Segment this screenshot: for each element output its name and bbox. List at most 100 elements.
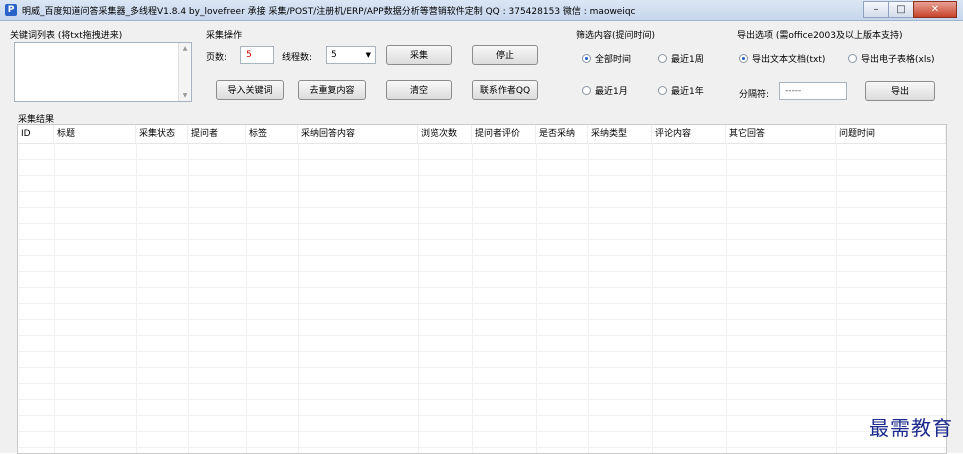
radio-label: 全部时间 [595,55,632,65]
column-header[interactable]: 采纳类型 [588,125,652,143]
close-button[interactable]: ✕ [913,1,957,18]
filter-last-month[interactable]: 最近1月 [582,84,628,97]
empty-table-row [18,303,946,320]
column-header[interactable]: 采集状态 [136,125,188,143]
keywords-group: 关键词列表 (将txt拖拽进来) ▲ ▼ [10,31,194,104]
column-divider [588,143,589,453]
radio-icon [582,86,591,95]
app-window: P 明威_百度知道问答采集器_多线程V1.8.4 by_lovefreer 承接… [0,0,963,454]
filter-last-week[interactable]: 最近1周 [658,52,704,65]
radio-label: 导出文本文档(txt) [752,55,826,65]
scroll-down-icon[interactable]: ▼ [179,92,191,99]
column-header[interactable]: ID [18,125,54,143]
filter-label: 筛选内容(提问时间) [576,31,656,41]
separator-label: 分隔符: [739,90,770,100]
empty-table-row [18,159,946,176]
column-divider [54,143,55,453]
column-header[interactable]: 其它回答 [726,125,836,143]
empty-table-row [18,319,946,336]
column-divider [298,143,299,453]
empty-table-row [18,207,946,224]
filter-last-year[interactable]: 最近1年 [658,84,704,97]
stop-button[interactable]: 停止 [472,45,538,65]
empty-table-row [18,335,946,352]
empty-table-row [18,383,946,400]
empty-table-row [18,175,946,192]
export-txt-option[interactable]: 导出文本文档(txt) [739,52,825,65]
column-header[interactable]: 标签 [246,125,298,143]
maximize-button[interactable]: □ [888,1,914,18]
separator-input[interactable]: ----- [779,82,847,100]
radio-icon [658,86,667,95]
keywords-scrollbar[interactable]: ▲ ▼ [178,43,191,101]
empty-table-row [18,431,946,448]
results-header: ID 标题 采集状态 提问者 标签 采纳回答内容 浏览次数 提问者评价 是否采纳… [18,125,946,144]
column-header[interactable]: 浏览次数 [418,125,472,143]
empty-table-row [18,255,946,272]
watermark: 最需教育 [869,416,953,440]
filter-group: 筛选内容(提问时间) 全部时间 最近1周 最近1月 最近1年 [572,31,720,104]
empty-table-row [18,143,946,160]
radio-label: 导出电子表格(xls) [861,55,935,65]
filter-all-time[interactable]: 全部时间 [582,52,631,65]
window-title: 明威_百度知道问答采集器_多线程V1.8.4 by_lovefreer 承接 采… [22,7,636,17]
empty-table-row [18,287,946,304]
empty-table-row [18,239,946,256]
chevron-down-icon: ▼ [365,51,371,59]
column-divider [188,143,189,453]
import-keywords-button[interactable]: 导入关键词 [216,80,284,100]
scroll-up-icon[interactable]: ▲ [179,45,191,52]
collect-group: 采集操作 页数: 5 线程数: 5 ▼ 采集 停止 导入关键词 去重复内容 清空… [202,31,547,104]
keywords-textarea[interactable]: ▲ ▼ [14,42,192,102]
column-header[interactable]: 是否采纳 [536,125,588,143]
column-divider [652,143,653,453]
threads-label: 线程数: [282,53,313,63]
clear-button[interactable]: 清空 [386,80,452,100]
radio-selected-icon [739,54,748,63]
results-table[interactable]: ID 标题 采集状态 提问者 标签 采纳回答内容 浏览次数 提问者评价 是否采纳… [17,124,947,454]
radio-label: 最近1周 [671,55,704,65]
keywords-label: 关键词列表 (将txt拖拽进来) [10,31,123,41]
column-divider [418,143,419,453]
threads-value: 5 [331,50,337,60]
radio-label: 最近1月 [595,87,628,97]
dedupe-button[interactable]: 去重复内容 [298,80,366,100]
empty-table-row [18,271,946,288]
export-xls-option[interactable]: 导出电子表格(xls) [848,52,935,65]
minimize-button[interactable]: – [863,1,889,18]
title-bar: P 明威_百度知道问答采集器_多线程V1.8.4 by_lovefreer 承接… [0,0,963,21]
column-divider [536,143,537,453]
empty-table-row [18,367,946,384]
column-header[interactable]: 采纳回答内容 [298,125,418,143]
column-header[interactable]: 标题 [54,125,136,143]
empty-table-row [18,351,946,368]
column-header[interactable]: 提问者 [188,125,246,143]
pages-label: 页数: [206,53,228,63]
app-icon: P [5,4,17,16]
export-group: 导出选项 (需office2003及以上版本支持) 导出文本文档(txt) 导出… [733,31,955,104]
results-rows [18,143,946,453]
column-divider [136,143,137,453]
radio-icon [848,54,857,63]
column-divider [246,143,247,453]
contact-author-button[interactable]: 联系作者QQ [472,80,538,100]
empty-table-row [18,415,946,432]
column-header[interactable]: 评论内容 [652,125,726,143]
collect-button[interactable]: 采集 [386,45,452,65]
export-label: 导出选项 (需office2003及以上版本支持) [737,31,903,41]
radio-selected-icon [582,54,591,63]
collect-label: 采集操作 [206,31,243,41]
column-header[interactable]: 问题时间 [836,125,946,143]
empty-table-row [18,399,946,416]
column-divider [726,143,727,453]
export-button[interactable]: 导出 [865,81,935,101]
column-header[interactable]: 提问者评价 [472,125,536,143]
pages-input[interactable]: 5 [240,46,274,64]
radio-label: 最近1年 [671,87,704,97]
threads-select[interactable]: 5 ▼ [326,46,376,64]
window-controls: – □ ✕ [863,1,957,18]
empty-table-row [18,191,946,208]
column-divider [836,143,837,453]
column-divider [472,143,473,453]
empty-table-row [18,223,946,240]
